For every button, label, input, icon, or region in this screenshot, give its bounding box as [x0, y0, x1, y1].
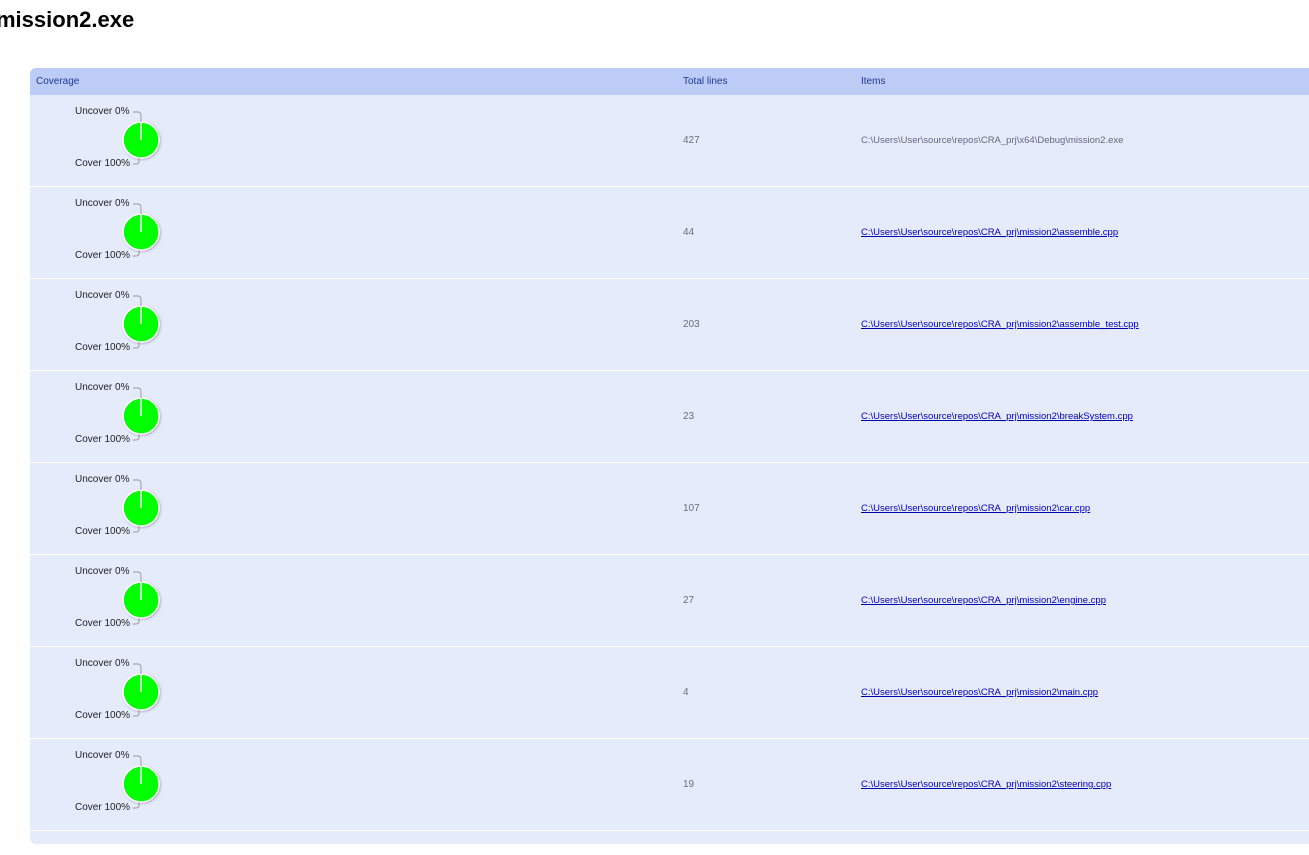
coverage-pie-chart: Uncover 0% Cover 100%: [30, 463, 230, 554]
uncover-label: Uncover 0%: [75, 290, 130, 301]
cover-label: Cover 100%: [75, 158, 131, 169]
coverage-pie-chart: Uncover 0% Cover 100%: [30, 279, 230, 370]
leader-line-cover: [133, 434, 140, 441]
coverage-pie-chart: Uncover 0% Cover 100%: [30, 371, 230, 462]
total-lines-cell: 27: [683, 595, 695, 606]
item-link[interactable]: C:\Users\User\source\repos\CRA_prj\missi…: [861, 227, 1118, 239]
leader-line-cover: [133, 618, 140, 625]
pie-chart-icon: [122, 111, 160, 165]
table-row: Uncover 0% Cover 100% 19 C:\Users\User\sour…: [30, 739, 1309, 831]
leader-line-cover: [133, 526, 140, 533]
table-row: Uncover 0% Cover 100% 203 C:\Users\User\sou…: [30, 279, 1309, 371]
table-row: Uncover 0% Cover 100% 427 C:\Users\User\sou…: [30, 95, 1309, 187]
leader-line-cover: [133, 158, 140, 165]
cover-label: Cover 100%: [75, 250, 131, 261]
table-row: Uncover 0% Cover 100% 23 C:\Users\User\sour…: [30, 371, 1309, 463]
pie-chart-icon: [122, 203, 160, 257]
pie-chart-icon: [122, 479, 160, 533]
item-link[interactable]: C:\Users\User\source\repos\CRA_prj\missi…: [861, 779, 1111, 791]
item-link[interactable]: C:\Users\User\source\repos\CRA_prj\missi…: [861, 503, 1090, 515]
cover-label: Cover 100%: [75, 526, 131, 537]
cover-label: Cover 100%: [75, 618, 131, 629]
item-link[interactable]: C:\Users\User\source\repos\CRA_prj\missi…: [861, 687, 1098, 699]
leader-line-uncover: [133, 571, 142, 582]
total-lines-cell: 203: [683, 319, 700, 330]
pie-chart-icon: [122, 755, 160, 809]
coverage-pie-chart: Uncover 0% Cover 100%: [30, 739, 230, 830]
uncover-label: Uncover 0%: [75, 566, 130, 577]
cover-label: Cover 100%: [75, 802, 131, 813]
total-lines-cell: 107: [683, 503, 700, 514]
coverage-pie-chart: Uncover 0% Cover 100%: [30, 647, 230, 738]
header-coverage[interactable]: Coverage: [36, 75, 79, 88]
uncover-label: Uncover 0%: [75, 474, 130, 485]
item-link[interactable]: C:\Users\User\source\repos\CRA_prj\missi…: [861, 411, 1133, 423]
leader-line-uncover: [133, 111, 142, 122]
leader-line-cover: [133, 250, 140, 257]
item-link[interactable]: C:\Users\User\source\repos\CRA_prj\missi…: [861, 319, 1139, 331]
total-lines-cell: 4: [683, 687, 689, 698]
leader-line-uncover: [133, 387, 142, 398]
header-items[interactable]: Items: [861, 75, 885, 88]
table-header: Coverage Total lines Items: [30, 68, 1309, 95]
coverage-table: Coverage Total lines Items Uncover 0% Cov…: [30, 68, 1309, 844]
pie-chart-icon: [122, 571, 160, 625]
leader-line-cover: [133, 802, 140, 809]
leader-line-uncover: [133, 295, 142, 306]
item-link[interactable]: C:\Users\User\source\repos\CRA_prj\missi…: [861, 595, 1106, 607]
leader-line-uncover: [133, 203, 142, 214]
uncover-label: Uncover 0%: [75, 106, 130, 117]
cover-label: Cover 100%: [75, 710, 131, 721]
table-row: Uncover 0% Cover 100% 44 C:\Users\User\sour…: [30, 187, 1309, 279]
table-row: Uncover 0% Cover 100% 4 C:\Users\User\sourc…: [30, 647, 1309, 739]
leader-line-cover: [133, 342, 140, 349]
total-lines-cell: 44: [683, 227, 695, 238]
coverage-pie-chart: Uncover 0% Cover 100%: [30, 187, 230, 278]
coverage-pie-chart: Uncover 0% Cover 100%: [30, 95, 230, 186]
table-row: Uncover 0% Cover 100% 27 C:\Users\User\sour…: [30, 555, 1309, 647]
total-lines-cell: 19: [683, 779, 695, 790]
leader-line-cover: [133, 710, 140, 717]
pie-chart-icon: [122, 663, 160, 717]
uncover-label: Uncover 0%: [75, 658, 130, 669]
coverage-pie-chart: Uncover 0% Cover 100%: [30, 555, 230, 646]
item-path: C:\Users\User\source\repos\CRA_prj\x64\D…: [861, 135, 1124, 146]
uncover-label: Uncover 0%: [75, 750, 130, 761]
total-lines-cell: 427: [683, 135, 700, 146]
leader-line-uncover: [133, 479, 142, 490]
uncover-label: Uncover 0%: [75, 382, 130, 393]
pie-chart-icon: [122, 387, 160, 441]
leader-line-uncover: [133, 755, 142, 766]
total-lines-cell: 23: [683, 411, 695, 422]
page-title: mission2.exe: [0, 7, 135, 32]
cover-label: Cover 100%: [75, 342, 131, 353]
leader-line-uncover: [133, 663, 142, 674]
header-total-lines[interactable]: Total lines: [683, 75, 727, 88]
table-row: Uncover 0% Cover 100% 107 C:\Users\User\sou…: [30, 463, 1309, 555]
cover-label: Cover 100%: [75, 434, 131, 445]
uncover-label: Uncover 0%: [75, 198, 130, 209]
pie-chart-icon: [122, 295, 160, 349]
